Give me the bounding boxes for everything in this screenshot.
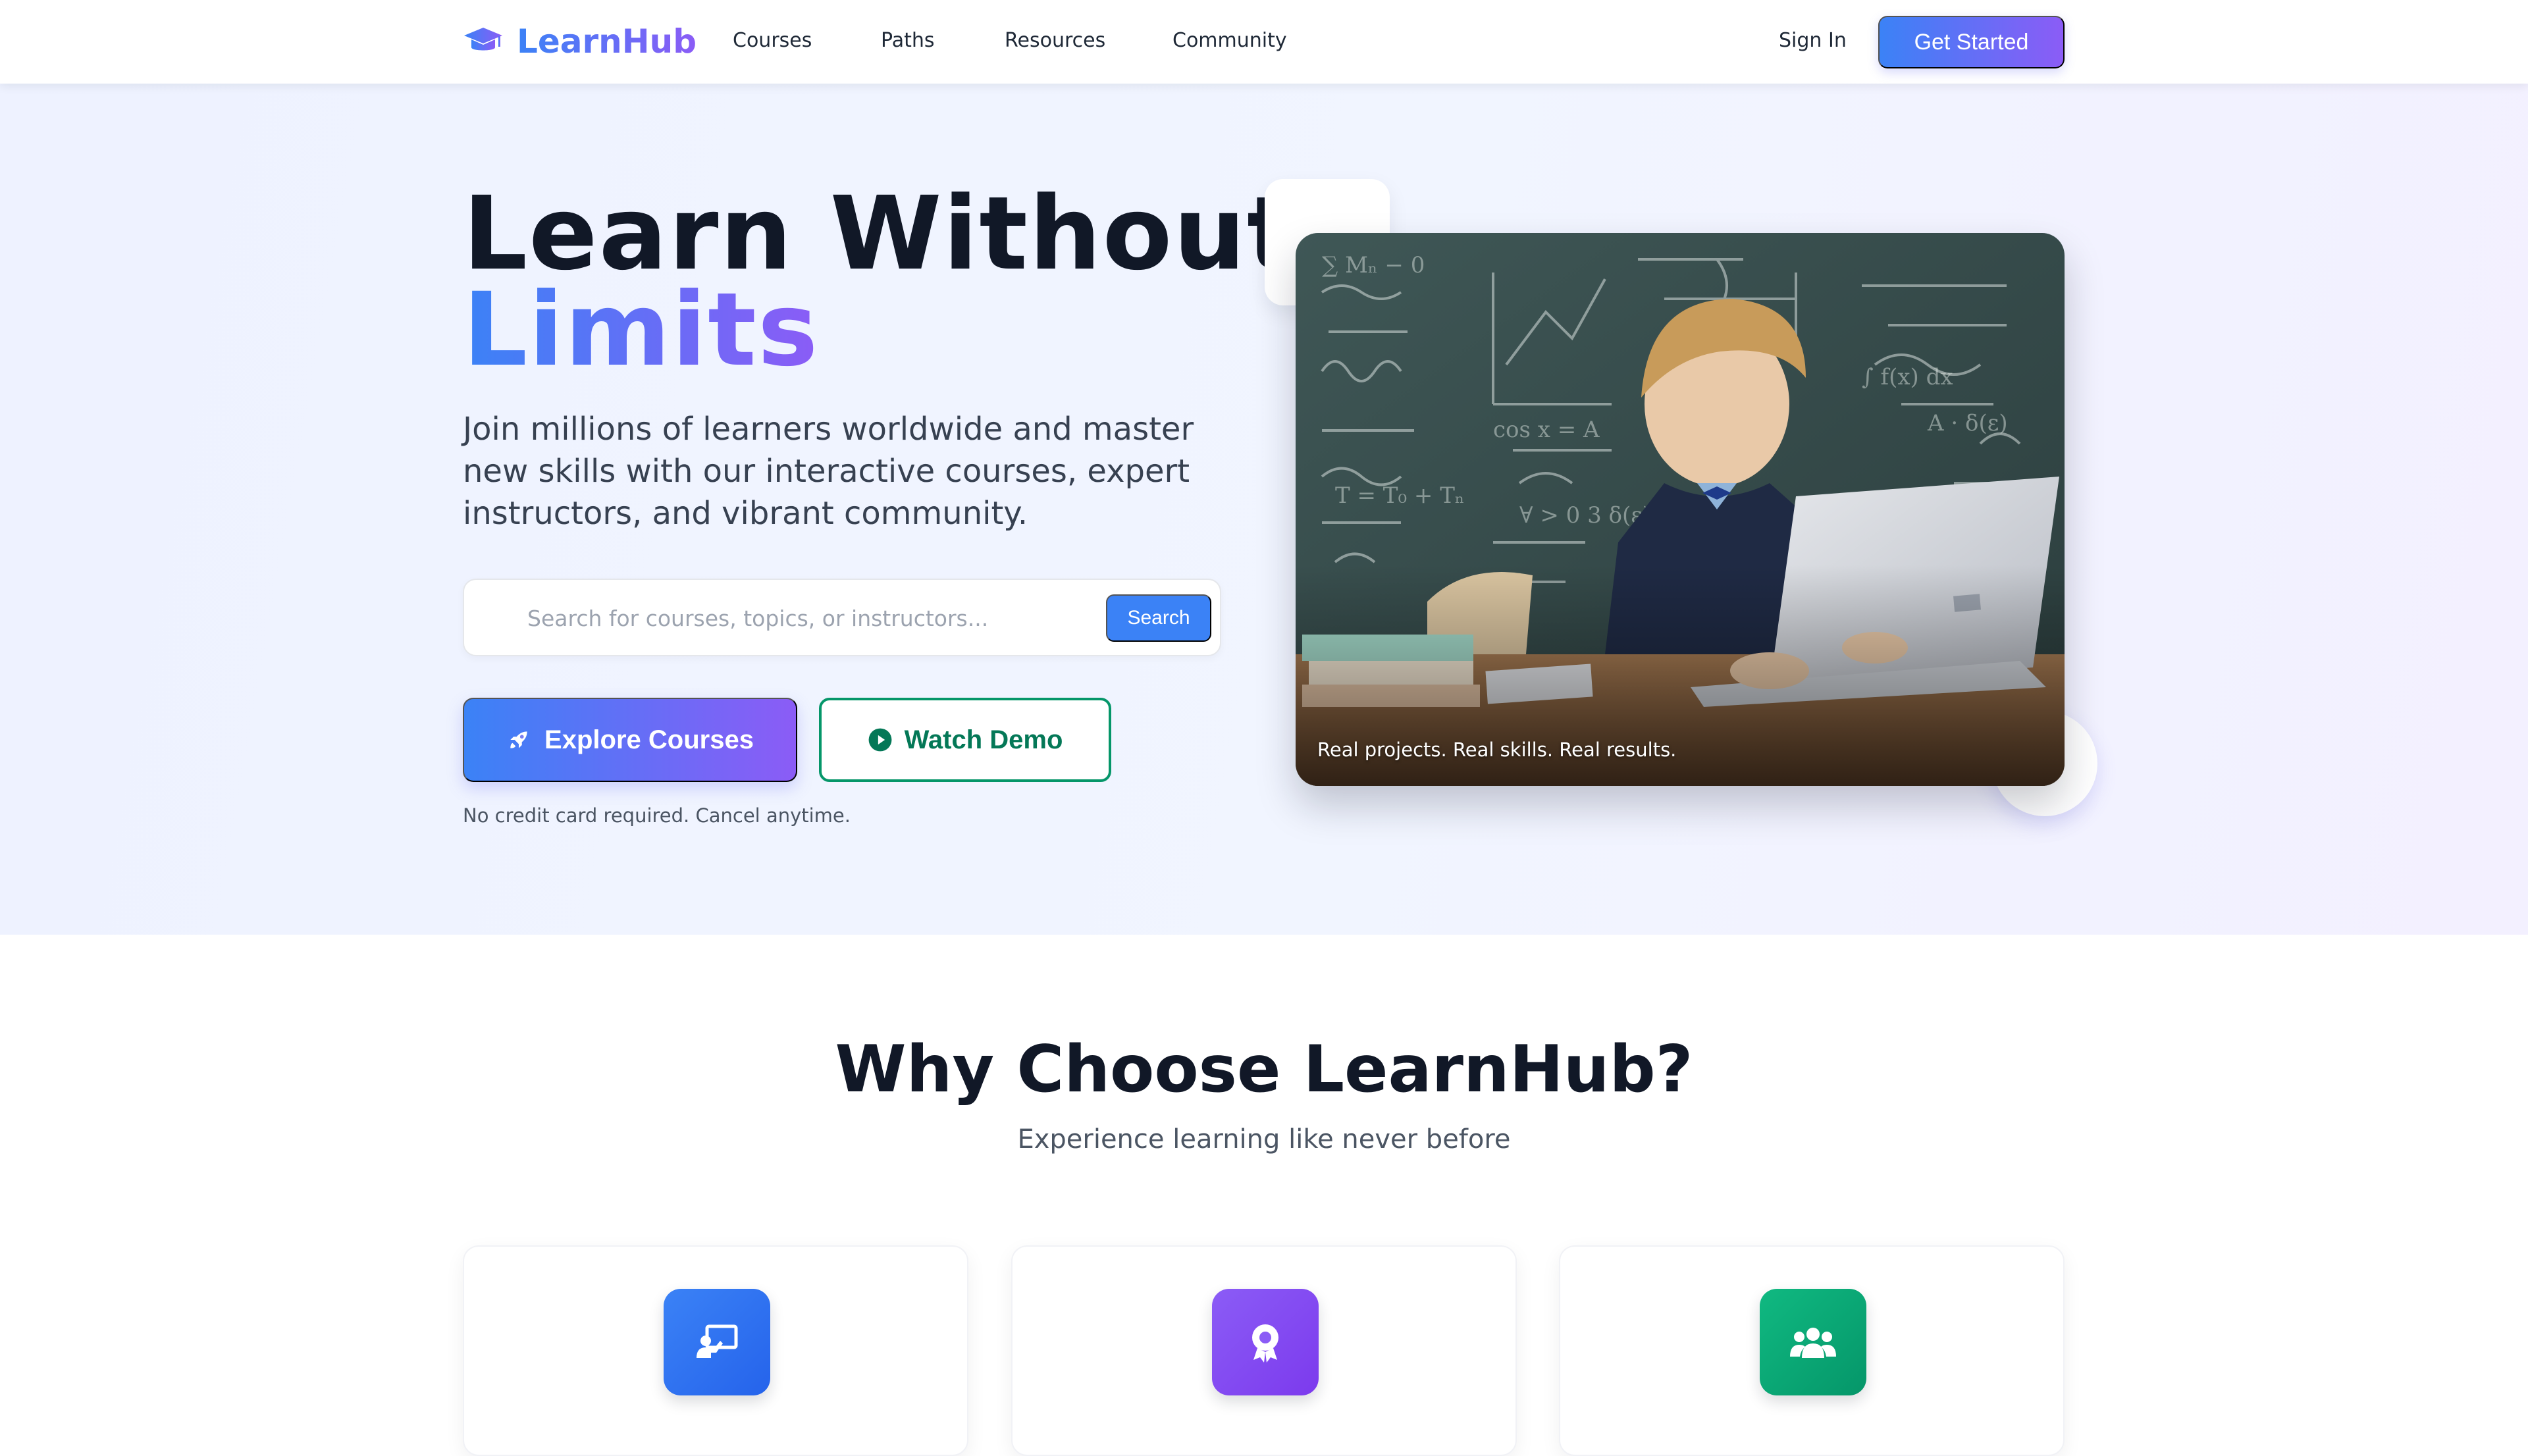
hero-title: Learn Without Limits <box>463 184 1297 381</box>
users-group-icon <box>1760 1289 1866 1395</box>
sign-in-link[interactable]: Sign In <box>1779 28 1847 54</box>
nav-link-paths[interactable]: Paths <box>881 28 935 54</box>
watch-demo-button[interactable]: Watch Demo <box>819 698 1111 782</box>
brand-logo[interactable]: LearnHub <box>463 20 697 63</box>
feature-card-1[interactable] <box>463 1245 968 1456</box>
hero-image-caption: Real projects. Real skills. Real results… <box>1317 739 1677 761</box>
hero-subtitle: Join millions of learners worldwide and … <box>463 411 1194 532</box>
nav-link-courses[interactable]: Courses <box>733 28 812 54</box>
no-credit-card-note: No credit card required. Cancel anytime. <box>463 804 851 827</box>
hero-image: ∑ Mₙ − 0 Σ(x) · αβ cos x = A T = T₀ + Tₙ… <box>1296 233 2065 786</box>
brand-name: LearnHub <box>517 22 697 61</box>
search-bar: Search <box>463 579 1221 656</box>
explore-courses-button[interactable]: Explore Courses <box>463 698 797 782</box>
graduation-cap-icon <box>464 28 502 51</box>
chalkboard-teacher-icon <box>664 1289 770 1395</box>
play-circle-icon <box>868 728 892 752</box>
feature-card-3[interactable] <box>1559 1245 2065 1456</box>
search-button[interactable]: Search <box>1106 594 1211 642</box>
explore-courses-label: Explore Courses <box>544 725 754 754</box>
watch-demo-label: Watch Demo <box>904 725 1063 754</box>
nav-link-community[interactable]: Community <box>1172 28 1287 54</box>
why-section-title: Why Choose LearnHub? <box>835 1032 1693 1107</box>
why-section-subtitle: Experience learning like never before <box>1017 1124 1511 1155</box>
feature-card-2[interactable] <box>1011 1245 1517 1456</box>
nav-link-resources[interactable]: Resources <box>1005 28 1105 54</box>
rocket-icon <box>510 731 527 748</box>
certificate-award-icon <box>1212 1289 1319 1395</box>
hero-title-line2: Limits <box>463 271 820 389</box>
get-started-button[interactable]: Get Started <box>1878 16 2065 68</box>
top-navbar: LearnHub Courses Paths Resources Communi… <box>0 0 2528 84</box>
search-input[interactable] <box>527 600 1054 637</box>
